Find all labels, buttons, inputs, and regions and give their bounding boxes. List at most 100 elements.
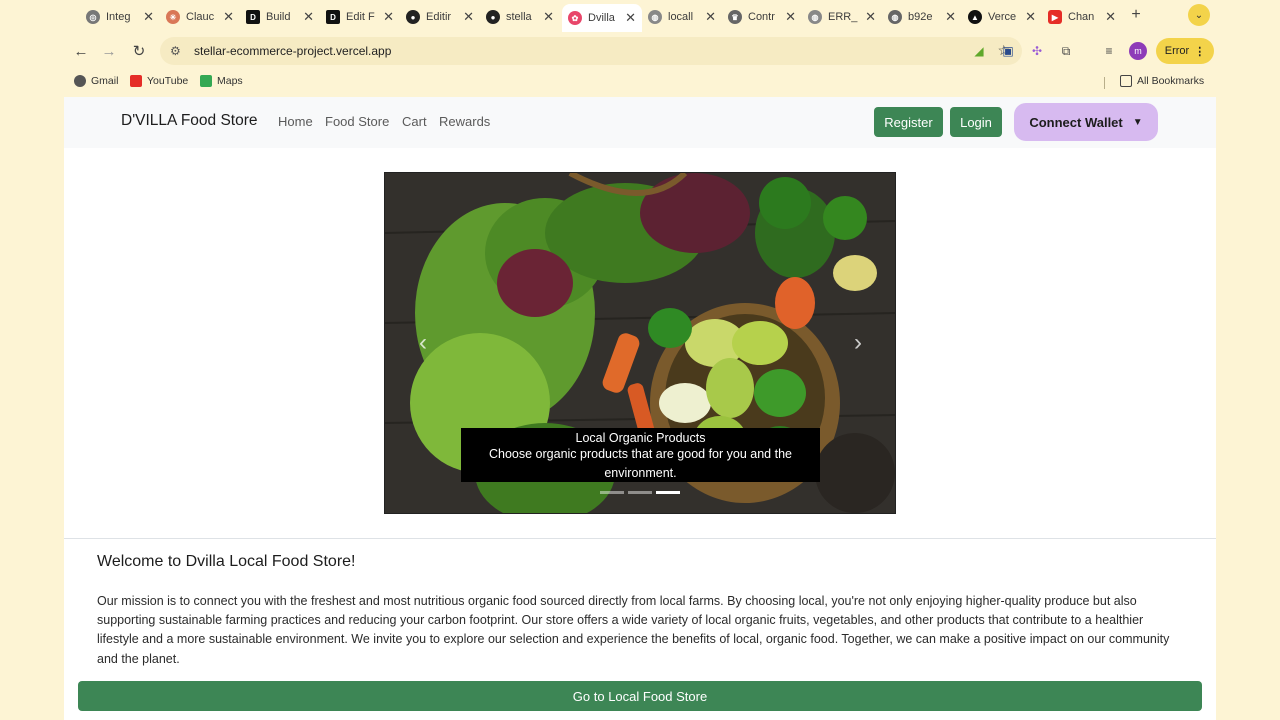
tab-title: ERR_ — [828, 11, 858, 23]
carousel-next-icon[interactable]: › — [848, 329, 868, 357]
gmail-icon — [74, 75, 86, 87]
carousel-indicator[interactable] — [628, 491, 652, 494]
carousel-prev-icon[interactable]: ‹ — [413, 329, 433, 357]
media-control-icon[interactable]: ≡ — [1100, 42, 1118, 60]
dev-icon: D — [326, 10, 340, 24]
github-icon: ● — [406, 10, 420, 24]
nav-link-home[interactable]: Home — [278, 114, 313, 129]
tab-title: Contr — [748, 11, 775, 23]
connect-wallet-button[interactable]: Connect Wallet ▼ — [1014, 103, 1158, 141]
login-button[interactable]: Login — [950, 107, 1002, 137]
welcome-card: Welcome to Dvilla Local Food Store! Our … — [64, 538, 1216, 720]
close-tab-icon[interactable]: ✕ — [143, 9, 154, 25]
youtube-icon — [130, 75, 142, 87]
crown-icon: ♛ — [728, 10, 742, 24]
bookmark-gmail[interactable]: Gmail — [74, 75, 118, 87]
tab-title: Build — [266, 11, 291, 23]
tab[interactable]: ▶ Chan ✕ — [1042, 4, 1122, 30]
address-bar[interactable]: ⚙ stellar-ecommerce-project.vercel.app ☆ — [160, 37, 1022, 65]
tab-active[interactable]: ✿ Dvilla ✕ — [562, 4, 642, 32]
close-tab-icon[interactable]: ✕ — [1105, 9, 1116, 25]
carousel-caption: Local Organic Products Choose organic pr… — [461, 428, 820, 482]
back-icon[interactable]: ← — [70, 40, 92, 62]
youtube-icon: ▶ — [1048, 10, 1062, 24]
site-settings-icon[interactable]: ⚙ — [170, 44, 186, 58]
dvilla-icon: ✿ — [568, 11, 582, 25]
bookmarks-bar: Gmail YouTube Maps All Bookmarks — [64, 70, 1216, 96]
web-page: D'VILLA Food Store Home Food Store Cart … — [64, 97, 1216, 720]
tab[interactable]: ● stella ✕ — [480, 4, 560, 30]
nav-link-food-store[interactable]: Food Store — [325, 114, 389, 129]
nav-link-cart[interactable]: Cart — [402, 114, 427, 129]
bookmark-label: Gmail — [91, 75, 119, 87]
tab[interactable]: D Build ✕ — [240, 4, 320, 30]
bookmark-youtube[interactable]: YouTube — [130, 75, 188, 87]
reload-icon[interactable]: ↻ — [128, 40, 150, 62]
close-tab-icon[interactable]: ✕ — [383, 9, 394, 25]
tab[interactable]: ◍ ERR_ ✕ — [802, 4, 882, 30]
tab-title: Editir — [426, 11, 452, 23]
tab[interactable]: ◍ b92e ✕ — [882, 4, 962, 30]
carousel-indicator[interactable] — [600, 491, 624, 494]
close-tab-icon[interactable]: ✕ — [705, 9, 716, 25]
close-tab-icon[interactable]: ✕ — [865, 9, 876, 25]
tab[interactable]: ♛ Contr ✕ — [722, 4, 802, 30]
tab-title: locall — [668, 11, 694, 23]
carousel-indicator-active[interactable] — [656, 491, 680, 494]
site-brand[interactable]: D'VILLA Food Store — [121, 112, 258, 130]
new-tab-button[interactable]: + — [1126, 6, 1146, 24]
caption-text: Choose organic products that are good fo… — [489, 447, 792, 480]
welcome-text: Our mission is to connect you with the f… — [97, 594, 1170, 666]
url-text[interactable]: stellar-ecommerce-project.vercel.app — [194, 44, 391, 58]
screen: ◎ Integ ✕ ✳ Clauc ✕ D Build ✕ D Edit F ✕… — [0, 0, 1280, 720]
tab-title: Chan — [1068, 11, 1095, 23]
carousel-indicators — [600, 491, 684, 494]
tab[interactable]: ✳ Clauc ✕ — [160, 4, 240, 30]
bookmark-maps[interactable]: Maps — [200, 75, 243, 87]
browser-toolbar: ← → ↻ ⚙ stellar-ecommerce-project.vercel… — [64, 34, 1216, 68]
close-tab-icon[interactable]: ✕ — [625, 10, 636, 26]
tab[interactable]: ◎ Integ ✕ — [80, 4, 160, 30]
close-tab-icon[interactable]: ✕ — [945, 9, 956, 25]
globe-icon: ◍ — [648, 10, 662, 24]
maps-icon — [200, 75, 212, 87]
all-bookmarks[interactable]: All Bookmarks — [1120, 75, 1204, 87]
nav-link-rewards[interactable]: Rewards — [439, 114, 490, 129]
globe-icon: ◍ — [888, 10, 902, 24]
folder-icon — [1120, 75, 1132, 87]
tab-title: Clauc — [186, 11, 215, 23]
close-tab-icon[interactable]: ✕ — [223, 9, 234, 25]
extension-icon[interactable]: ◢ — [970, 42, 988, 60]
close-tab-icon[interactable]: ✕ — [303, 9, 314, 25]
site-navbar: D'VILLA Food Store Home Food Store Cart … — [64, 97, 1216, 148]
tab[interactable]: D Edit F ✕ — [320, 4, 400, 30]
register-button[interactable]: Register — [874, 107, 943, 137]
tab[interactable]: ▲ Verce ✕ — [962, 4, 1042, 30]
all-bookmarks-label: All Bookmarks — [1137, 75, 1205, 87]
tab[interactable]: ◍ locall ✕ — [642, 4, 722, 30]
profile-avatar[interactable]: m — [1129, 42, 1147, 60]
close-tab-icon[interactable]: ✕ — [543, 9, 554, 25]
tab-title: Integ — [106, 11, 131, 23]
error-menu-button[interactable]: Error ⋮ — [1156, 38, 1214, 64]
tab[interactable]: ● Editir ✕ — [400, 4, 480, 30]
connect-wallet-label: Connect Wallet — [1029, 114, 1123, 130]
tab-search-icon[interactable]: ⌄ — [1188, 4, 1210, 26]
browser-chrome: ◎ Integ ✕ ✳ Clauc ✕ D Build ✕ D Edit F ✕… — [64, 0, 1216, 97]
claude-icon: ✳ — [166, 10, 180, 24]
github-icon: ● — [486, 10, 500, 24]
extensions-puzzle-icon[interactable]: ⧉ — [1057, 42, 1075, 60]
globe-icon: ◍ — [808, 10, 822, 24]
tab-title: Dvilla — [588, 12, 615, 24]
extension-icon[interactable]: ✣ — [1028, 42, 1046, 60]
tab-strip: ◎ Integ ✕ ✳ Clauc ✕ D Build ✕ D Edit F ✕… — [64, 0, 1216, 32]
hero-carousel[interactable]: ‹ › Local Organic Products Choose organi… — [384, 172, 896, 514]
go-to-store-button[interactable]: Go to Local Food Store — [78, 681, 1202, 711]
dev-icon: D — [246, 10, 260, 24]
forward-icon[interactable]: → — [98, 40, 120, 62]
close-tab-icon[interactable]: ✕ — [463, 9, 474, 25]
caption-title: Local Organic Products — [575, 431, 706, 445]
close-tab-icon[interactable]: ✕ — [785, 9, 796, 25]
close-tab-icon[interactable]: ✕ — [1025, 9, 1036, 25]
extension-icon[interactable]: ▣ — [999, 42, 1017, 60]
